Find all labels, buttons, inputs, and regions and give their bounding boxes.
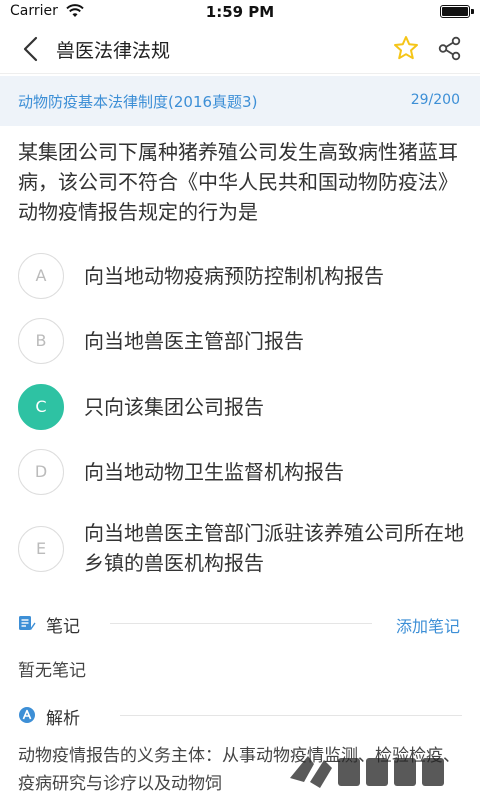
notes-divider — [110, 623, 372, 624]
analysis-section: 解析 — [0, 698, 480, 732]
notes-label: 笔记 — [46, 617, 80, 637]
analysis-icon — [19, 707, 35, 723]
notes-section: 笔记 添加笔记 — [0, 606, 480, 640]
option-a-letter: A — [18, 253, 64, 299]
option-c-text: 只向该集团公司报告 — [84, 395, 264, 419]
page-title: 兽医法律法规 — [56, 40, 171, 62]
note-icon — [19, 616, 36, 630]
section-title: 动物防疫基本法律制度(2016真题3) — [18, 93, 258, 111]
battery-tip — [471, 9, 474, 14]
option-d-letter: D — [18, 449, 64, 495]
question-header: 动物防疫基本法律制度(2016真题3) 29/200 — [0, 76, 480, 126]
back-icon[interactable] — [20, 36, 42, 62]
question-progress: 29/200 — [410, 92, 460, 108]
add-note-button[interactable]: 添加笔记 — [396, 613, 460, 637]
option-b-letter: B — [18, 318, 64, 364]
no-notes-text: 暂无笔记 — [18, 661, 86, 681]
star-icon[interactable] — [393, 35, 419, 61]
analysis-label: 解析 — [46, 709, 80, 729]
share-icon[interactable] — [437, 36, 462, 61]
option-c-letter: C — [18, 384, 64, 430]
option-e-letter: E — [18, 526, 64, 572]
battery-icon — [440, 5, 470, 18]
option-b-text: 向当地兽医主管部门报告 — [84, 329, 304, 353]
clock: 1:59 PM — [205, 3, 275, 21]
option-e-text: 向当地兽医主管部门派驻该养殖公司所在地乡镇的兽医机构报告 — [84, 521, 464, 575]
nav-bar: 兽医法律法规 — [0, 24, 480, 74]
status-bar: Carrier 1:59 PM — [0, 0, 480, 24]
analysis-divider — [120, 715, 462, 716]
option-a-text: 向当地动物疫病预防控制机构报告 — [84, 264, 384, 288]
watermark-logo-icon — [290, 756, 444, 788]
option-d-text: 向当地动物卫生监督机构报告 — [84, 460, 344, 484]
question-text: 某集团公司下属种猪养殖公司发生高致病性猪蓝耳病，该公司不符合《中华人民共和国动物… — [18, 140, 458, 224]
